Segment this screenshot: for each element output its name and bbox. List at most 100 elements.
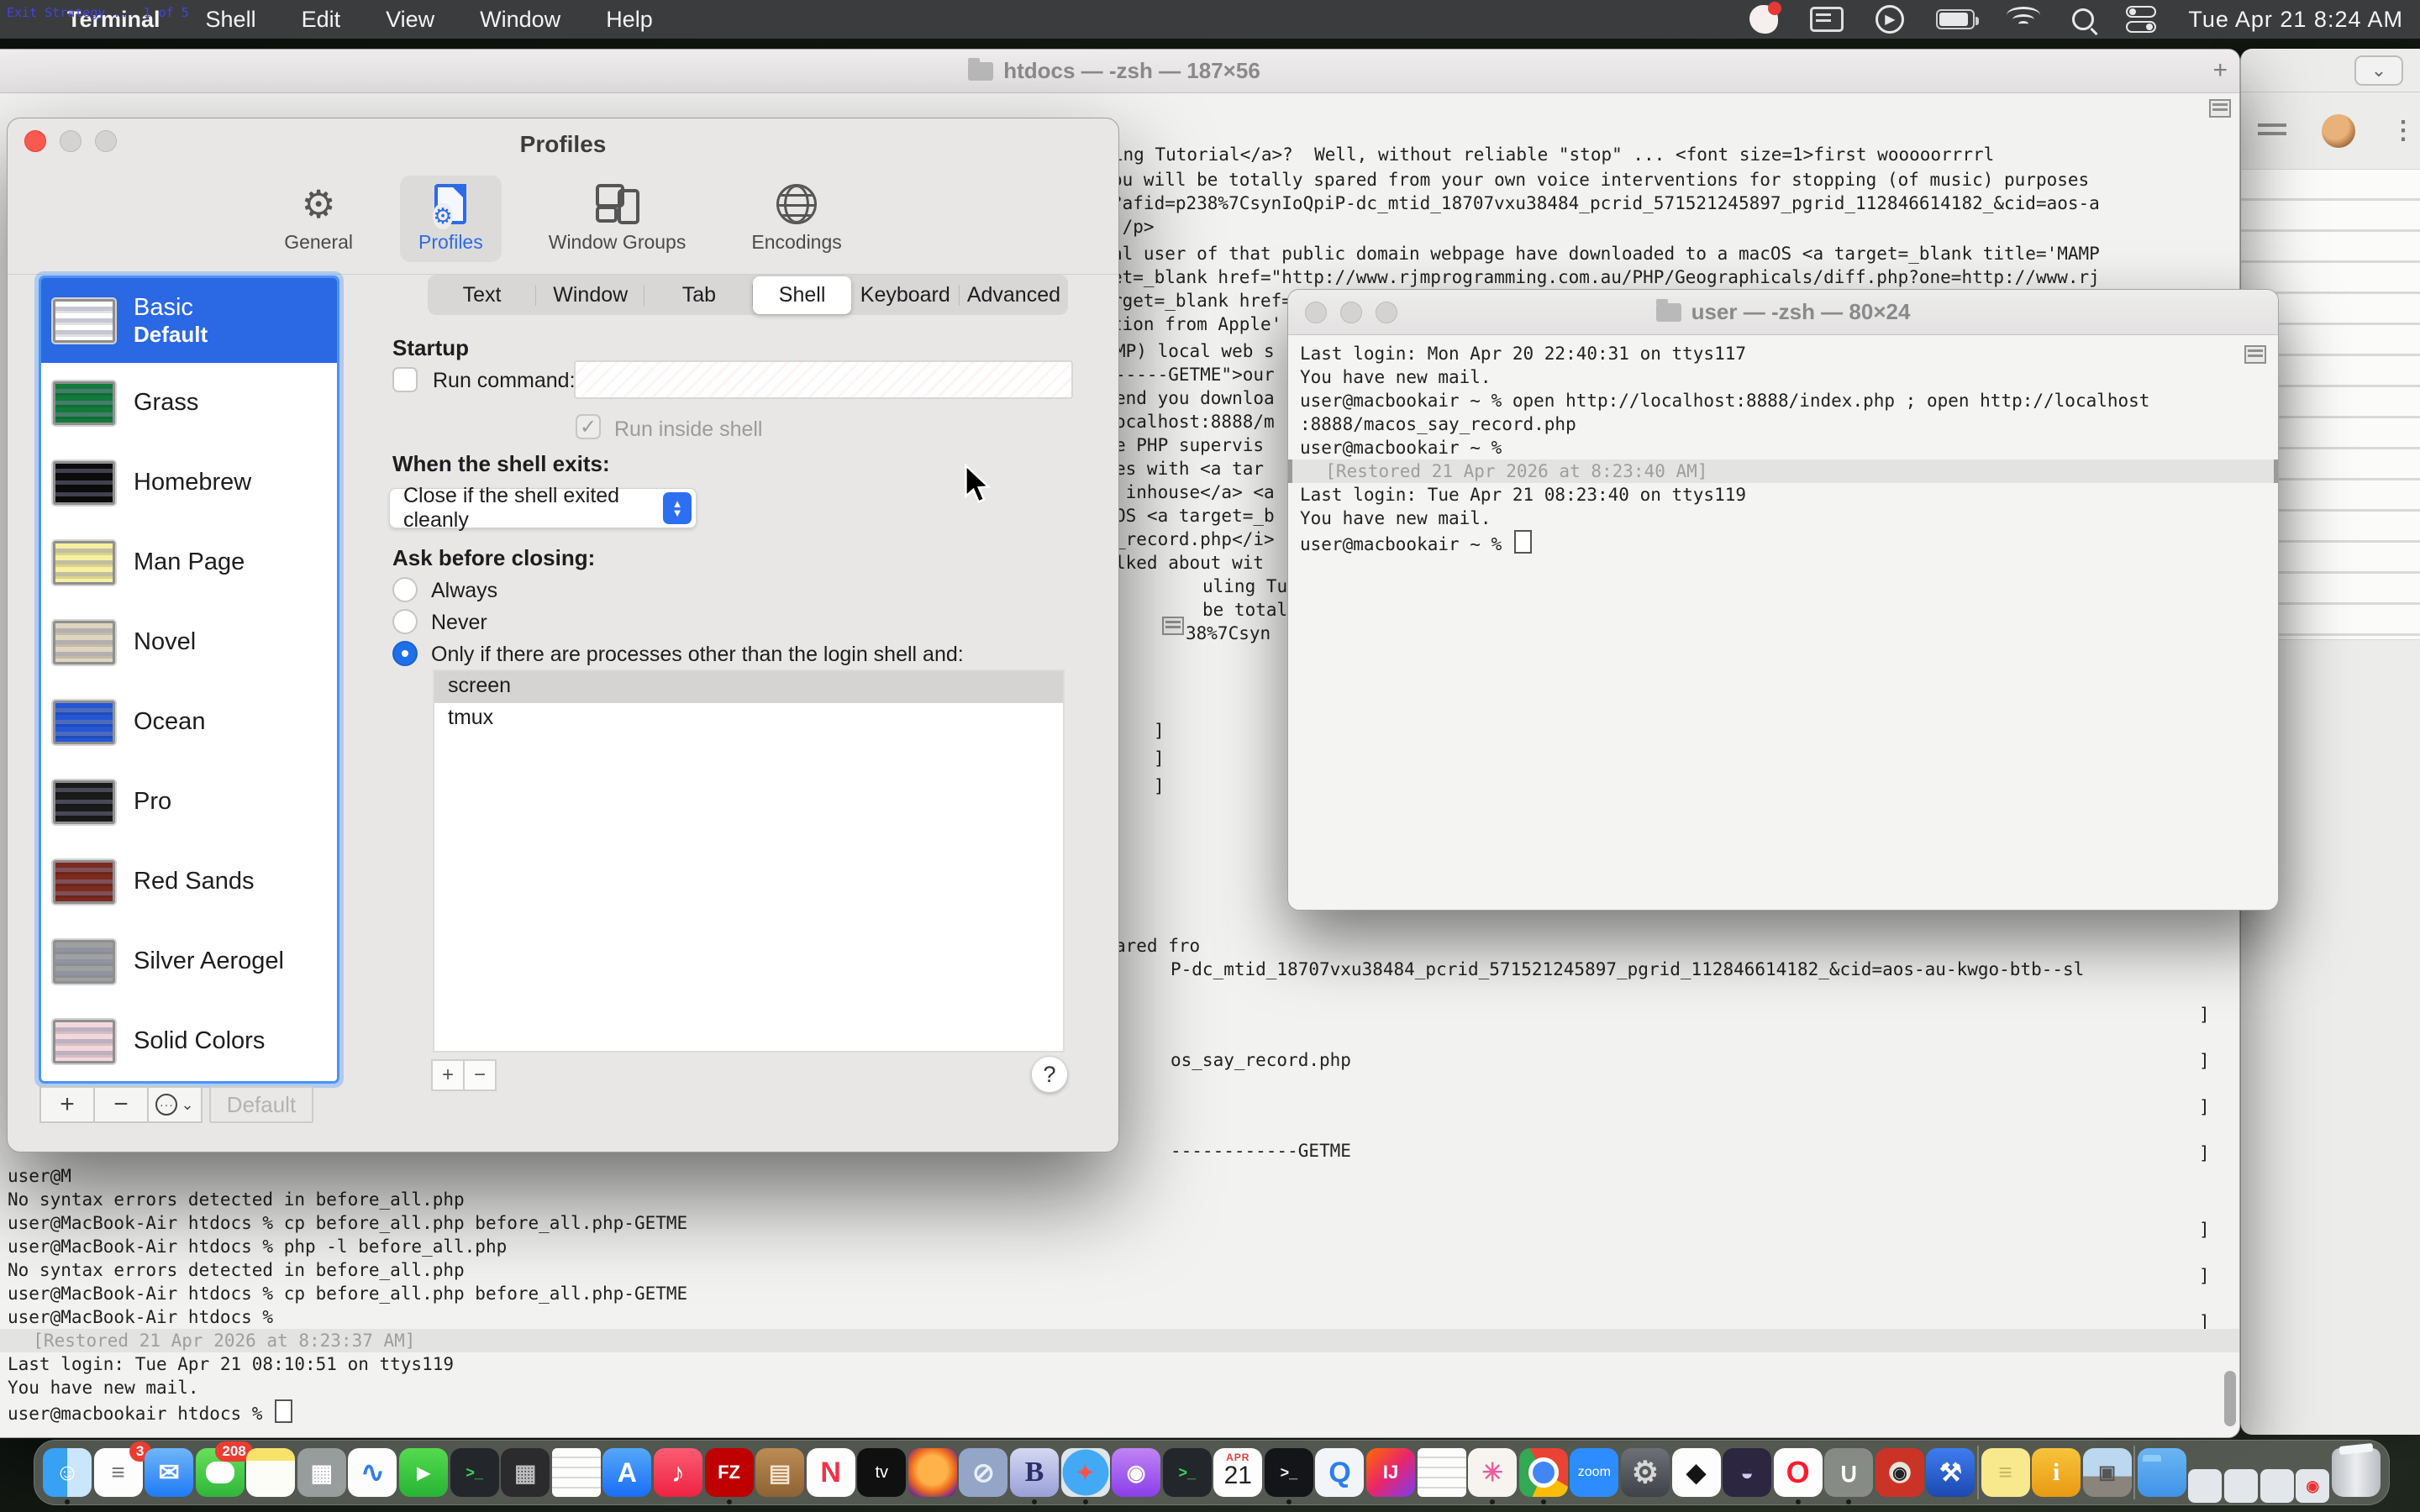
messages[interactable]: 208	[196, 1448, 245, 1497]
profile-actions-button[interactable]: ··· ⌄	[147, 1086, 203, 1123]
apple-tv[interactable]: tv	[857, 1448, 906, 1497]
toolbar-item-encodings[interactable]: Encodings	[733, 176, 860, 262]
minimize-button[interactable]	[60, 130, 82, 152]
inkscape[interactable]: ◆	[1672, 1448, 1721, 1497]
diagram-app[interactable]: ⊘	[959, 1448, 1007, 1497]
filezilla[interactable]: FZ	[705, 1448, 754, 1497]
split-pane-icon[interactable]	[2244, 345, 2266, 364]
close-button[interactable]	[24, 130, 46, 152]
firefox[interactable]	[908, 1448, 957, 1497]
Man Page[interactable]: Man Page	[41, 522, 337, 602]
Homebrew[interactable]: Homebrew	[41, 443, 337, 522]
trash[interactable]	[2332, 1448, 2381, 1497]
system-settings[interactable]: ⚙	[1621, 1448, 1670, 1497]
toothfairy[interactable]: ∪	[1824, 1448, 1873, 1497]
htdocs-scrollbar-thumb[interactable]	[2224, 1371, 2236, 1426]
remove-profile-button[interactable]: −	[93, 1086, 149, 1123]
tab[interactable]: Tab	[644, 276, 753, 314]
help-button[interactable]: ?	[1031, 1056, 1068, 1093]
libreoffice[interactable]	[1418, 1448, 1466, 1497]
wifi-icon[interactable]	[2007, 7, 2040, 32]
ideas-app[interactable]: i	[2032, 1448, 2081, 1497]
Ocean[interactable]: Ocean	[41, 682, 337, 762]
tab[interactable]: Window	[536, 276, 644, 314]
Pro[interactable]: Pro	[41, 762, 337, 842]
minimize-button[interactable]	[1340, 302, 1362, 323]
stickies[interactable]: ≡	[1981, 1448, 2030, 1497]
toolbar-item-general[interactable]: ⚙ General	[266, 176, 371, 262]
tab[interactable]: Shell	[753, 276, 850, 314]
notes[interactable]	[246, 1448, 295, 1497]
tab[interactable]: Keyboard	[851, 276, 960, 314]
menu-item[interactable]: Window	[480, 7, 560, 33]
safari[interactable]: ✦	[1061, 1448, 1110, 1497]
tab[interactable]: Text	[428, 276, 536, 314]
add-profile-button[interactable]: +	[39, 1086, 95, 1123]
reminders[interactable]: ≡ 3	[94, 1448, 143, 1497]
chrome[interactable]	[1519, 1448, 1568, 1497]
user-terminal-content[interactable]: Last login: Mon Apr 20 22:40:31 on ttys1…	[1288, 335, 2278, 556]
intellij[interactable]: IJ	[1366, 1448, 1415, 1497]
menu-item[interactable]: Help	[606, 7, 653, 33]
add-process-button[interactable]: +	[431, 1059, 465, 1091]
Silver Aerogel[interactable]: Silver Aerogel	[41, 921, 337, 1001]
menu-item[interactable]: Shell	[206, 7, 256, 33]
set-default-button[interactable]: Default	[209, 1086, 313, 1123]
split-pane-icon[interactable]	[2209, 99, 2231, 118]
terminal-profile[interactable]: >_	[1163, 1448, 1212, 1497]
spotlight-search-icon[interactable]	[2072, 8, 2094, 30]
menu-item[interactable]: View	[386, 7, 434, 33]
control-center-icon[interactable]	[2126, 6, 2156, 33]
radio-never[interactable]	[392, 609, 418, 634]
remove-process-button[interactable]: −	[463, 1059, 497, 1091]
Solid Colors[interactable]: Solid Colors	[41, 1001, 337, 1081]
run-command-input[interactable]	[574, 360, 1073, 399]
Novel[interactable]: Novel	[41, 602, 337, 682]
shell-exits-dropdown[interactable]: Close if the shell exited cleanly ▲▼	[389, 488, 697, 528]
profiles-titlebar[interactable]: Profiles	[8, 118, 1118, 171]
Grass[interactable]: Grass	[41, 363, 337, 443]
tmux[interactable]: tmux	[434, 703, 1063, 735]
minimized-window-3[interactable]	[2260, 1469, 2294, 1503]
pet-app[interactable]: ◒	[1723, 1448, 1771, 1497]
calendar[interactable]: APR 21	[1213, 1448, 1262, 1497]
facetime[interactable]: ▶	[399, 1448, 448, 1497]
Red Sands[interactable]: Red Sands	[41, 842, 337, 921]
new-tab-button[interactable]: +	[2212, 56, 2228, 85]
slideshow[interactable]: ▣	[2083, 1448, 2132, 1497]
close-button[interactable]	[1305, 302, 1327, 323]
quicktime[interactable]: Q	[1315, 1448, 1364, 1497]
opera[interactable]: O	[1774, 1448, 1823, 1497]
Basic[interactable]: Basic Default	[41, 278, 337, 363]
bbedit[interactable]: B	[1010, 1448, 1059, 1497]
mail[interactable]: ✉	[145, 1448, 193, 1497]
minimized-window-2[interactable]	[2224, 1469, 2258, 1503]
htdocs-titlebar[interactable]: htdocs — -zsh — 187×56 +	[0, 50, 2239, 93]
terminal-dark[interactable]: >_	[1265, 1448, 1313, 1497]
more-options-icon[interactable]: ⋮	[2391, 116, 2416, 145]
minimized-chrome-window[interactable]: ◉	[2296, 1469, 2329, 1503]
zoom[interactable]: zoom	[1570, 1448, 1618, 1497]
split-pane-icon[interactable]	[1162, 617, 1184, 635]
app-store[interactable]: A	[602, 1448, 651, 1497]
zoom-button[interactable]	[95, 130, 117, 152]
roulette-app[interactable]: ◉	[1876, 1448, 1924, 1497]
calculator[interactable]: ▦	[501, 1448, 550, 1497]
podcasts[interactable]: ◉	[1112, 1448, 1160, 1497]
textedit[interactable]	[552, 1448, 601, 1497]
toolbar-item-profiles[interactable]: Profiles	[400, 176, 502, 262]
finder[interactable]: ☺	[43, 1448, 92, 1497]
tab[interactable]: Advanced	[960, 276, 1068, 314]
downloads-folder[interactable]	[2138, 1448, 2186, 1497]
paint-app[interactable]: ✳	[1468, 1448, 1517, 1497]
developer-tools[interactable]: ⚒	[1926, 1448, 1975, 1497]
music[interactable]: ♪	[654, 1448, 702, 1497]
radio-only-if-processes[interactable]	[392, 641, 418, 666]
toolbar-item-window-groups[interactable]: Window Groups	[530, 176, 705, 262]
launchpad[interactable]: ▦	[297, 1448, 346, 1497]
menu-item[interactable]: Edit	[302, 7, 341, 33]
user-terminal-window[interactable]: user — -zsh — 80×24 Last login: Mon Apr …	[1287, 289, 2279, 911]
profiles-preferences-window[interactable]: Profiles ⚙ General Profiles Window Group…	[7, 118, 1119, 1152]
screen-recorder-status-icon[interactable]	[1749, 5, 1778, 34]
run-command-checkbox[interactable]	[392, 367, 418, 392]
